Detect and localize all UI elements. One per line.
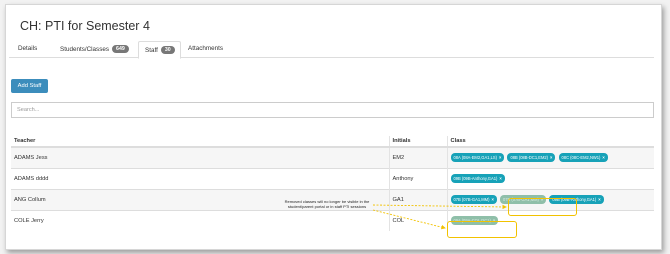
table-row: ADAMS Jess EM2 08A (08A-EM2,GA1,LS) × 08B… <box>11 146 654 168</box>
column-header-initials[interactable]: Initials <box>389 136 448 148</box>
tab-bar: Details Students/Classes 649 Staff 30 Atta… <box>9 41 654 59</box>
column-header-teacher[interactable]: Teacher <box>11 136 390 148</box>
remove-icon[interactable]: × <box>550 155 552 160</box>
class-tag-label: 08B (08B-DC1,EM2) <box>510 155 549 161</box>
column-header-class[interactable]: Class <box>447 136 654 148</box>
initials-cell: EM2 <box>389 146 448 168</box>
tab-label: Students/Classes <box>60 46 110 53</box>
class-tag: 08C (08C-EM2,NW1) × <box>558 153 608 163</box>
highlight-spacer <box>447 179 450 180</box>
tab-label: Attachments <box>188 45 223 52</box>
remove-icon[interactable]: × <box>491 197 493 202</box>
class-tag: 08A (08A-EM2,GA1,LS) × <box>450 153 505 163</box>
class-cell: 09B (09B-Anthony,GA1) × <box>447 167 654 189</box>
initials-cell: GA1 <box>389 188 448 210</box>
tab-staff[interactable]: Staff 30 <box>138 41 181 59</box>
class-tag-label: 08C (08C-EM2,NW1) <box>561 155 601 161</box>
table-row: ADAMS dddd Anthony 09B (09B-Anthony,GA1)… <box>11 167 654 189</box>
class-cell: 08A (08A-EM2,GA1,LS) × 08B (08B-DC1,EM2) ×… <box>447 146 654 168</box>
teacher-cell: ADAMS Jess <box>11 146 390 168</box>
count-badge: 649 <box>112 45 129 53</box>
annotation-callout: Removed classes will no longer be visibl… <box>284 199 370 210</box>
tab-students-classes[interactable]: Students/Classes 649 <box>60 41 129 58</box>
teacher-cell: COLE Jerry <box>11 209 390 231</box>
staff-table: Teacher Initials Class ADAMS Jess EM2 08… <box>11 136 654 231</box>
tab-label: Details <box>18 45 38 52</box>
highlight-box <box>508 198 577 216</box>
search-input[interactable] <box>11 102 654 118</box>
class-tag-label: 08A (08A-EM2,GA1,LS) <box>453 155 497 161</box>
remove-icon[interactable]: × <box>499 176 501 181</box>
tab-label: Staff <box>145 47 158 54</box>
remove-icon[interactable]: × <box>499 155 501 160</box>
class-tag: 07B (07B-GA1,MM) × <box>450 195 497 204</box>
count-badge: 30 <box>160 46 175 54</box>
class-tag-label: 07B (07B-GA1,MM) <box>453 197 490 202</box>
add-staff-button[interactable]: Add Staff <box>11 79 48 93</box>
class-tag: 08B (08B-DC1,EM2) × <box>507 153 556 163</box>
tab-details[interactable]: Details <box>18 41 37 58</box>
page-title: CH: PTI for Semester 4 <box>20 19 150 33</box>
highlight-box <box>447 221 517 238</box>
remove-icon[interactable]: × <box>602 155 604 160</box>
class-tag-label: 09B (09B-Anthony,GA1) <box>453 176 498 181</box>
initials-cell: COL <box>389 209 448 231</box>
tab-attachments[interactable]: Attachments <box>188 41 223 58</box>
teacher-cell: ADAMS dddd <box>11 167 390 189</box>
remove-icon[interactable]: × <box>598 197 600 202</box>
class-tag: 09B (09B-Anthony,GA1) × <box>450 174 505 183</box>
initials-cell: Anthony <box>389 167 448 189</box>
